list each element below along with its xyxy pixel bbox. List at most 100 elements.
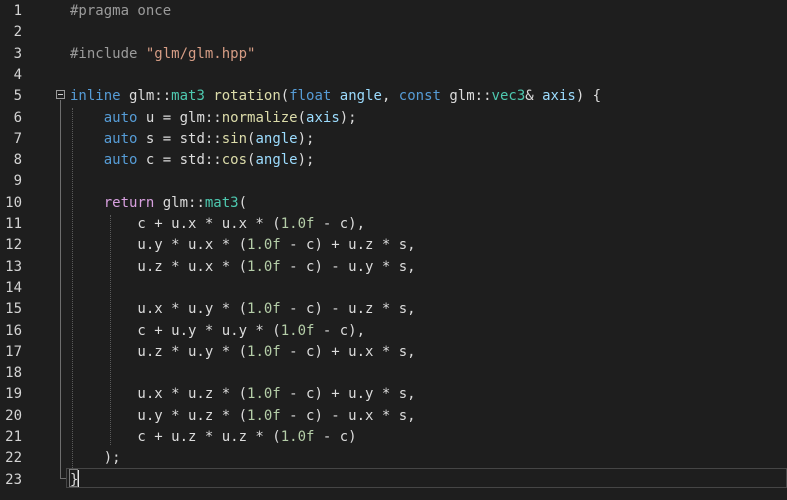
- line-number: 14: [5, 279, 22, 296]
- code-token: u.y * u.x * (: [70, 237, 248, 254]
- code-token: angle: [255, 130, 298, 147]
- line-number: 1: [13, 3, 22, 19]
- code-token: &: [525, 88, 543, 105]
- line-number: 21: [5, 429, 22, 445]
- code-token: float: [289, 88, 332, 105]
- code-token: );: [70, 450, 121, 467]
- code-token: angle: [339, 88, 382, 105]
- code-token: - c) - u.x * s,: [280, 407, 416, 424]
- code-token: u.z * u.x * (: [70, 258, 248, 275]
- code-line[interactable]: u.x * u.y * (1.0f - c) - u.z * s,: [70, 299, 416, 320]
- code-editor[interactable]: 1 2 3 4 5 6 7 8 9 10 11 12 13 14 15 16 17 18 19 20 21 22 23 #p…: [0, 0, 787, 500]
- line-number: 10: [5, 194, 22, 211]
- line-number: 6: [13, 109, 22, 126]
- code-token: - c) - u.z * s,: [280, 301, 416, 318]
- code-line[interactable]: auto c = std::cos(angle);: [70, 150, 315, 171]
- code-token: (: [280, 88, 290, 105]
- line-number: 18: [5, 365, 22, 382]
- code-token: u.x * u.z * (: [70, 386, 248, 403]
- code-token: #include: [70, 45, 146, 62]
- code-token: 1.0f: [280, 429, 315, 445]
- code-line[interactable]: return glm::mat3(: [70, 193, 247, 214]
- code-token: ) {: [575, 88, 602, 105]
- line-number: 3: [13, 45, 22, 62]
- code-token: u.z * u.y * (: [70, 343, 248, 360]
- current-line-highlight: [66, 468, 787, 488]
- code-token: axis: [306, 109, 340, 126]
- code-token: sin: [221, 130, 248, 147]
- code-token: - c),: [314, 322, 366, 339]
- code-token: u.x * u.y * (: [70, 301, 248, 318]
- line-number: 5: [13, 88, 22, 105]
- code-token: return: [103, 194, 155, 211]
- fold-region-line: [60, 100, 61, 478]
- code-line[interactable]: c + u.z * u.z * (1.0f - c): [70, 427, 356, 448]
- code-token: );: [297, 152, 315, 169]
- code-token: 1.0f: [247, 386, 281, 403]
- line-number: 7: [13, 130, 22, 147]
- line-number: 2: [13, 24, 22, 41]
- code-token: - c),: [314, 216, 366, 232]
- code-line[interactable]: u.y * u.z * (1.0f - c) - u.x * s,: [70, 406, 416, 427]
- line-number: 22: [5, 450, 22, 467]
- code-line[interactable]: auto s = std::sin(angle);: [70, 129, 315, 150]
- line-number: 8: [13, 152, 22, 169]
- code-line[interactable]: c + u.x * u.x * (1.0f - c),: [70, 214, 365, 235]
- code-line[interactable]: u.z * u.x * (1.0f - c) - u.y * s,: [70, 257, 415, 278]
- line-number: 19: [5, 386, 22, 403]
- code-token: (: [238, 194, 248, 211]
- code-token: cos: [221, 152, 248, 169]
- line-number: 9: [13, 173, 22, 190]
- code-token: 1.0f: [247, 237, 281, 254]
- code-token: - c) + u.y * s,: [280, 386, 416, 403]
- code-token: vec3: [491, 88, 526, 105]
- code-token: mat3: [204, 194, 239, 211]
- line-number: 12: [5, 237, 22, 254]
- code-line[interactable]: u.z * u.y * (1.0f - c) + u.x * s,: [70, 342, 416, 363]
- line-number: 4: [13, 66, 22, 83]
- code-token: glm::: [154, 194, 205, 211]
- text-caret: [78, 470, 79, 487]
- code-token: s = std::: [137, 130, 222, 147]
- code-token: glm::: [120, 88, 172, 105]
- code-token: 1.0f: [280, 322, 315, 339]
- code-token: 1.0f: [247, 301, 281, 318]
- code-line[interactable]: inline glm::mat3 rotation(float angle, c…: [70, 86, 601, 107]
- code-token: auto: [103, 130, 138, 147]
- code-token: rotation: [213, 88, 281, 105]
- code-token: u.y * u.z * (: [70, 407, 248, 424]
- code-token: inline: [70, 88, 121, 105]
- code-token: auto: [103, 109, 138, 126]
- code-line[interactable]: #pragma once: [70, 1, 171, 22]
- code-token: c + u.y * u.y * (: [70, 322, 281, 339]
- code-token: ,: [381, 88, 399, 105]
- code-token: mat3: [171, 88, 205, 105]
- line-number-gutter: 1 2 3 4 5 6 7 8 9 10 11 12 13 14 15 16 17 18 19 20 21 22 23: [0, 0, 52, 500]
- code-token: c + u.z * u.z * (: [70, 429, 281, 445]
- collapse-icon[interactable]: [56, 90, 65, 99]
- code-token: 1.0f: [247, 407, 281, 424]
- code-token: 1.0f: [247, 343, 281, 360]
- code-line[interactable]: c + u.y * u.y * (1.0f - c),: [70, 321, 365, 342]
- code-token: (: [297, 109, 307, 126]
- code-token: - c) + u.x * s,: [280, 343, 416, 360]
- code-token: - c) + u.z * s,: [280, 237, 416, 254]
- code-token: c = std::: [137, 152, 222, 169]
- code-token: );: [339, 109, 357, 126]
- code-line[interactable]: u.y * u.x * (1.0f - c) + u.z * s,: [70, 235, 416, 256]
- line-number: 11: [5, 216, 22, 232]
- code-line[interactable]: );: [70, 448, 121, 469]
- line-number: 13: [5, 258, 22, 275]
- code-line[interactable]: u.x * u.z * (1.0f - c) + u.y * s,: [70, 384, 416, 405]
- code-token: u = glm::: [137, 109, 222, 126]
- line-number: 16: [5, 322, 22, 339]
- code-line[interactable]: #include "glm/glm.hpp": [70, 44, 255, 65]
- code-token: "glm/glm.hpp": [145, 45, 256, 62]
- code-line[interactable]: auto u = glm::normalize(axis);: [70, 108, 357, 129]
- line-number: 23: [5, 471, 22, 488]
